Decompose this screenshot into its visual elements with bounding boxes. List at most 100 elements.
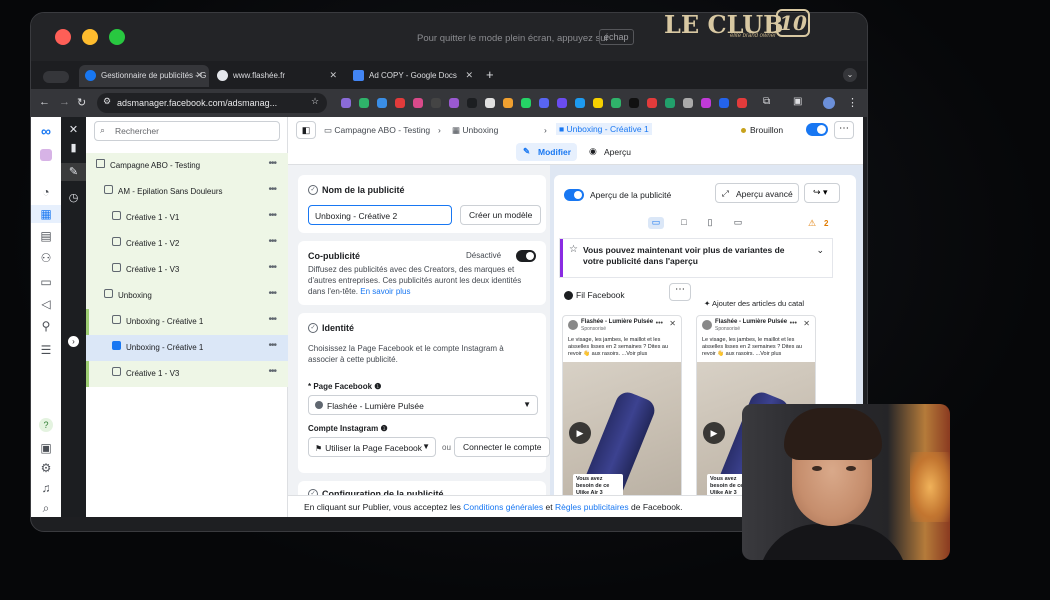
- more-options-icon[interactable]: •••: [268, 366, 276, 377]
- all-tools-icon[interactable]: ☰: [31, 343, 61, 357]
- extension-icon[interactable]: [449, 98, 459, 108]
- more-options-button[interactable]: ⋯: [834, 121, 854, 139]
- events-icon[interactable]: ⚲: [31, 319, 61, 333]
- ad-policies-link[interactable]: Règles publicitaires: [555, 502, 629, 512]
- extension-icon[interactable]: [521, 98, 531, 108]
- tree-row-adset[interactable]: AM - Epilation Sans Douleurs •••: [86, 179, 288, 205]
- extension-icon[interactable]: [395, 98, 405, 108]
- expand-chevron-icon[interactable]: ›: [61, 335, 86, 347]
- copub-toggle[interactable]: [516, 250, 536, 262]
- sidepanel-icon[interactable]: ▣: [793, 96, 802, 107]
- placement-more-button[interactable]: ⋯: [669, 283, 691, 301]
- extension-icon[interactable]: [503, 98, 513, 108]
- more-options-icon[interactable]: •••: [268, 236, 276, 247]
- close-icon[interactable]: ✕: [61, 123, 86, 136]
- tree-row-campaign[interactable]: Campagne ABO - Testing •••: [86, 153, 288, 179]
- facebook-page-select[interactable]: Flashée - Lumière Pulsée ▼: [308, 395, 538, 415]
- profile-avatar[interactable]: [823, 97, 835, 109]
- extension-icon[interactable]: [413, 98, 423, 108]
- chart-icon[interactable]: ▮: [61, 141, 86, 154]
- forward-icon[interactable]: →: [59, 96, 70, 108]
- ad-active-toggle[interactable]: [806, 123, 828, 136]
- advanced-preview-button[interactable]: ⤢ Aperçu avancé: [715, 183, 799, 203]
- extensions-puzzle-icon[interactable]: ⧉: [763, 96, 770, 107]
- dashboard-icon[interactable]: ◔: [31, 185, 61, 199]
- learn-more-link[interactable]: En savoir plus: [360, 287, 410, 296]
- megaphone-icon[interactable]: ◁: [31, 297, 61, 311]
- play-icon[interactable]: ▶: [703, 422, 725, 444]
- toggle-panel-button[interactable]: ◧: [296, 121, 316, 139]
- more-options-icon[interactable]: •••: [268, 262, 276, 273]
- extension-icon[interactable]: [485, 98, 495, 108]
- tab-google-docs[interactable]: Ad COPY - Google Docs ✕: [347, 65, 479, 87]
- address-bar[interactable]: ⚙ adsmanager.facebook.com/adsmanag...: [97, 93, 327, 113]
- more-options-icon[interactable]: •••: [790, 320, 797, 327]
- more-options-icon[interactable]: •••: [268, 210, 276, 221]
- edit-pencil-icon[interactable]: ✎: [61, 163, 86, 181]
- tree-row-ad[interactable]: Unboxing - Créative 1 •••: [86, 309, 288, 335]
- close-icon[interactable]: ✕: [465, 70, 473, 81]
- ad-name-input[interactable]: Unboxing - Créative 2: [308, 205, 452, 225]
- create-template-button[interactable]: Créer un modèle: [460, 205, 542, 225]
- tab-edit[interactable]: ✎ Modifier: [516, 143, 578, 161]
- extension-icon[interactable]: [557, 98, 567, 108]
- more-options-icon[interactable]: •••: [268, 314, 276, 325]
- extension-icon[interactable]: [359, 98, 369, 108]
- instagram-account-select[interactable]: ⚑ Utiliser la Page Facebook ▼: [308, 437, 436, 457]
- extension-icon[interactable]: [377, 98, 387, 108]
- extension-icon[interactable]: [593, 98, 603, 108]
- chevron-down-icon[interactable]: ⌄: [816, 245, 824, 256]
- extension-icon[interactable]: [611, 98, 621, 108]
- settings-gear-icon[interactable]: ⚙: [31, 461, 61, 475]
- extension-icon[interactable]: [575, 98, 585, 108]
- tree-row-ad[interactable]: Créative 1 - V3 •••: [86, 257, 288, 283]
- help-icon[interactable]: ?: [31, 417, 61, 432]
- notifications-bell-icon[interactable]: ♫: [31, 481, 61, 495]
- extension-icon[interactable]: [665, 98, 675, 108]
- extension-icon[interactable]: [539, 98, 549, 108]
- pages-icon[interactable]: ▤: [31, 229, 61, 243]
- share-preview-button[interactable]: ↪ ▾: [804, 183, 840, 203]
- extension-icon[interactable]: [467, 98, 477, 108]
- terms-link[interactable]: Conditions générales: [463, 502, 543, 512]
- device-wide-icon[interactable]: ▭: [730, 217, 746, 229]
- site-settings-icon[interactable]: ⚙: [103, 96, 111, 107]
- close-icon[interactable]: ✕: [195, 70, 203, 81]
- tree-row-ad[interactable]: Créative 1 - V1 •••: [86, 205, 288, 231]
- search-icon[interactable]: ⌕: [31, 501, 61, 516]
- audiences-icon[interactable]: ⚇: [31, 251, 61, 265]
- play-icon[interactable]: ▶: [569, 422, 591, 444]
- extension-icon[interactable]: [737, 98, 747, 108]
- device-mobile-icon[interactable]: ▯: [702, 217, 718, 229]
- tab-ads-manager[interactable]: Gestionnaire de publicités - G ✕: [79, 65, 209, 87]
- bookmark-star-icon[interactable]: ☆: [311, 96, 319, 107]
- warning-icon[interactable]: ⚠: [808, 218, 816, 229]
- more-options-icon[interactable]: •••: [268, 340, 276, 351]
- reload-icon[interactable]: ↻: [77, 96, 86, 109]
- device-square-icon[interactable]: □: [676, 217, 692, 229]
- tab-flashee[interactable]: www.flashée.fr ✕: [211, 65, 343, 87]
- extension-icon[interactable]: [701, 98, 711, 108]
- device-desktop-feed-icon[interactable]: ▭: [648, 217, 664, 229]
- tree-row-ad-selected[interactable]: Unboxing - Créative 1 •••: [86, 335, 288, 361]
- more-options-icon[interactable]: •••: [268, 288, 276, 299]
- extension-icon[interactable]: [629, 98, 639, 108]
- back-icon[interactable]: ←: [39, 96, 50, 108]
- close-icon[interactable]: ✕: [329, 70, 337, 81]
- billing-icon[interactable]: ▭: [31, 275, 61, 289]
- more-options-icon[interactable]: •••: [268, 184, 276, 195]
- extension-icon[interactable]: [719, 98, 729, 108]
- fullscreen-window-button[interactable]: [109, 29, 125, 45]
- more-options-icon[interactable]: •••: [268, 158, 276, 169]
- tree-row-adset[interactable]: Unboxing •••: [86, 283, 288, 309]
- tree-search-input[interactable]: ⌕ Rechercher: [94, 121, 280, 141]
- extension-icon[interactable]: [647, 98, 657, 108]
- tab-search-button[interactable]: ⌄: [843, 68, 857, 82]
- post-video[interactable]: ▶ Vous avez besoin de ce Ulike Air 3: [563, 362, 681, 517]
- tree-row-ad[interactable]: Créative 1 - V2 •••: [86, 231, 288, 257]
- breadcrumb-ad[interactable]: ■ Unboxing - Créative 1: [556, 123, 652, 135]
- history-clock-icon[interactable]: ◷: [61, 191, 86, 204]
- tree-row-ad[interactable]: Créative 1 - V3 •••: [86, 361, 288, 387]
- minimize-window-button[interactable]: [82, 29, 98, 45]
- new-tab-button[interactable]: +: [486, 67, 494, 82]
